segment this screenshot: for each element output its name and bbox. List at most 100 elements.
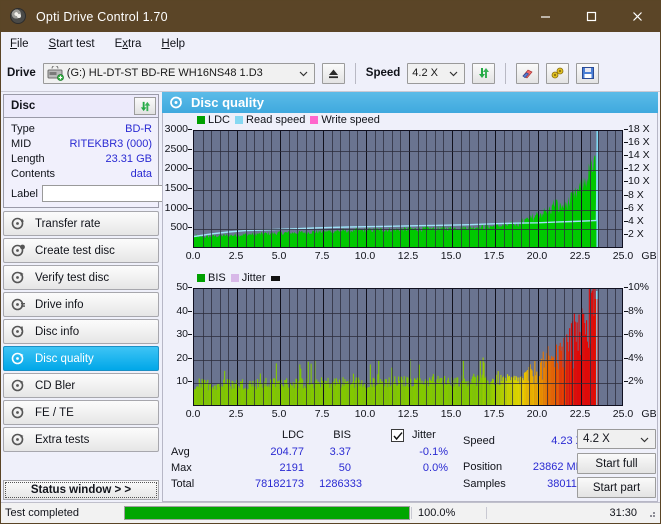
start-part-button[interactable]: Start part [577, 477, 656, 498]
ldc-chart-legend: LDC Read speed Write speed [197, 114, 380, 126]
stats-max-ldc: 2191 [279, 462, 304, 474]
x-axis-tick: 5.0 [271, 250, 287, 262]
x-axis-label: GB [641, 250, 657, 262]
y-axis-tick: 2500 [163, 143, 192, 155]
chevron-down-icon [449, 71, 458, 76]
menu-item-file[interactable]: FFileile [10, 38, 29, 50]
status-bar: Test completed 100.0% 31:30 [1, 502, 660, 523]
disc-quality-icon [170, 96, 182, 109]
eject-icon [328, 69, 338, 78]
legend-item-write-speed: Write speed [310, 114, 380, 126]
maximize-icon[interactable] [568, 1, 614, 32]
disc-panel-title: Disc [11, 100, 36, 112]
disc-verify-icon [11, 271, 24, 284]
stats-position-label: Position [463, 461, 503, 473]
tools-button[interactable] [546, 62, 570, 84]
sidebar-item-drive-info[interactable]: Drive info [3, 292, 159, 317]
sidebar-item-verify-test-disc[interactable]: Verify test disc [3, 265, 159, 290]
disc-row-length: Length 23.31 GB [11, 151, 152, 166]
bis-chart-legend: BIS Jitter [197, 272, 280, 284]
disc-label-key: Label [11, 187, 38, 200]
sidebar-item-disc-quality[interactable]: Disc quality [3, 346, 159, 371]
disc-refresh-button[interactable] [134, 97, 156, 115]
jitter-checkbox[interactable] [391, 429, 404, 442]
x-axis-tick: 10.0 [354, 408, 376, 420]
charts-container: LDC Read speed Write speed 0.0 2.5 5.0 7.5 1… [162, 113, 658, 425]
save-button[interactable] [576, 62, 600, 84]
minimize-icon[interactable] [522, 1, 568, 32]
disc-row-key: MID [11, 137, 32, 150]
ldc-chart: LDC Read speed Write speed 0.0 2.5 5.0 7.5 1… [163, 113, 657, 271]
sidebar-item-disc-info[interactable]: Disc info [3, 319, 159, 344]
chevron-down-icon [299, 71, 308, 76]
sidebar-item-cd-bler[interactable]: CD Bler [3, 373, 159, 398]
menu-item-start-test[interactable]: Start test [49, 38, 95, 50]
menu-item-extra[interactable]: Extra [115, 38, 142, 50]
y2-axis-tick: 8% [624, 305, 643, 317]
x-axis-tick: 17.5 [483, 408, 505, 420]
sidebar-item-label: Verify test disc [35, 271, 110, 284]
stats-row-label-max: Max [171, 462, 192, 474]
y2-axis-tick: 2 X [624, 228, 644, 240]
sidebar-item-label: CD Bler [35, 379, 76, 392]
y-axis-tick: 1500 [163, 182, 192, 194]
legend-label: BIS [208, 272, 226, 284]
erase-button[interactable] [516, 62, 540, 84]
stats-avg-bis: 3.37 [329, 446, 351, 458]
sidebar-item-transfer-rate[interactable]: Transfer rate [3, 211, 159, 236]
resize-grip[interactable] [645, 507, 657, 519]
stats-row-label-avg: Avg [171, 446, 190, 458]
disc-row-value: BD-R [125, 122, 152, 135]
y2-axis-tick: 6 X [624, 202, 644, 214]
x-axis-tick: 15.0 [440, 250, 462, 262]
nav-list: Transfer rate Create test disc Verify te… [1, 211, 161, 452]
disc-panel-header: Disc [4, 95, 158, 118]
sidebar-item-extra-tests[interactable]: Extra tests [3, 427, 159, 452]
test-speed-select[interactable]: 4.2 X [577, 429, 656, 449]
legend-item-ldc: LDC [197, 114, 230, 126]
stats-header-bis: BIS [333, 429, 351, 441]
speed-select[interactable]: 4.2 X [407, 62, 466, 84]
y2-axis-tick: 14 X [624, 149, 650, 161]
x-axis-label: GB [641, 408, 657, 420]
disc-rate-icon [11, 217, 24, 230]
status-window-button[interactable]: Status window > > [3, 480, 159, 500]
progress-fill [125, 507, 409, 519]
disc-extra-icon [11, 433, 24, 446]
drive-label: Drive [7, 67, 36, 79]
x-axis-tick: 7.5 [314, 250, 330, 262]
sidebar-item-fe-te[interactable]: FE / TE [3, 400, 159, 425]
save-icon [581, 67, 594, 79]
refresh-button[interactable] [472, 62, 496, 84]
close-icon[interactable] [614, 1, 660, 32]
refresh-icon [478, 68, 489, 78]
y2-axis-tick: 4% [624, 352, 643, 364]
drive-icon [47, 64, 64, 81]
sidebar-item-create-test-disc[interactable]: Create test disc [3, 238, 159, 263]
x-axis-tick: 10.0 [354, 250, 376, 262]
eject-button[interactable] [321, 62, 345, 84]
x-axis-tick: 22.5 [569, 408, 591, 420]
menu-item-help[interactable]: Help [161, 38, 185, 50]
disc-label-row: Label [11, 184, 245, 203]
legend-swatch [197, 116, 205, 124]
bis-chart: BIS Jitter 0.0 2.5 5.0 7.5 10.0 12.5 15.0 17.5 2… [163, 271, 657, 424]
disc-row-key: Type [11, 122, 35, 135]
legend-swatch [197, 274, 205, 282]
refresh-icon [140, 101, 150, 111]
disc-create-icon [11, 244, 25, 257]
y2-axis-tick: 2% [624, 375, 643, 387]
start-full-button[interactable]: Start full [577, 453, 656, 474]
stats-samples-label: Samples [463, 478, 506, 490]
disc-drive-icon [11, 298, 25, 311]
sidebar-item-label: FE / TE [35, 406, 74, 419]
sidebar-item-label: Drive info [35, 298, 84, 311]
progress-label: 100.0% [411, 507, 486, 519]
window-title: Opti Drive Control 1.70 [36, 9, 168, 24]
menu-bar: FFileile Start test Extra Help [1, 32, 660, 55]
bis-plot-area [193, 288, 623, 406]
drive-select[interactable]: (G:) HL-DT-ST BD-RE WH16NS48 1.D3 [42, 62, 315, 84]
window-controls [522, 1, 660, 32]
stats-samples-value: 380112 [547, 478, 583, 490]
y-axis-tick: 10 [163, 375, 192, 387]
